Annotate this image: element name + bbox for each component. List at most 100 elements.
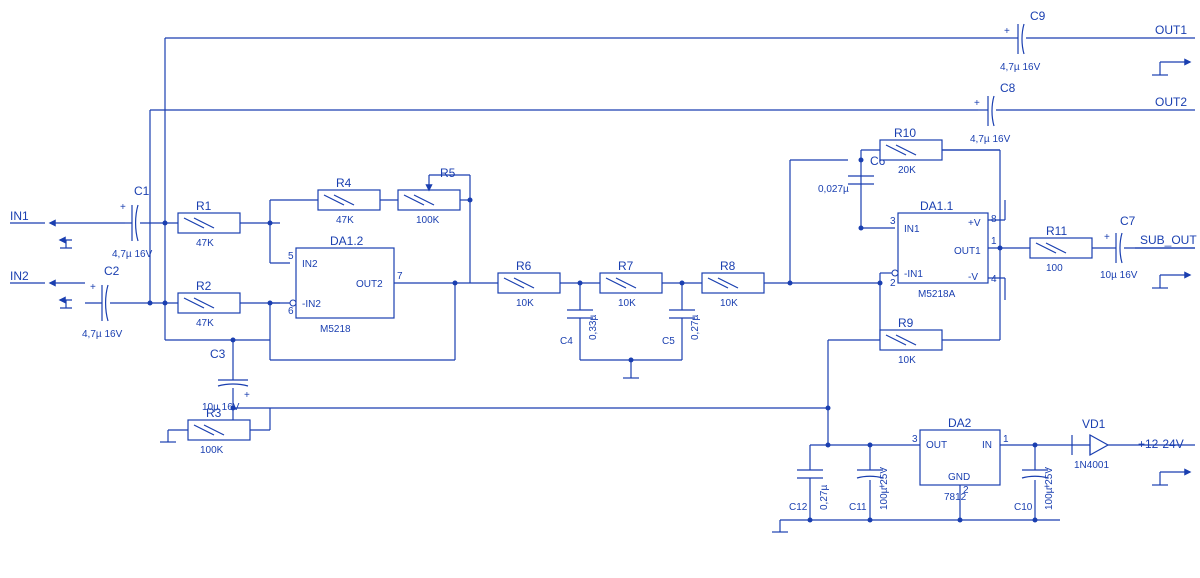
svg-text:C10: C10 [1014, 502, 1033, 513]
svg-text:R7: R7 [618, 259, 634, 273]
R1: R1 47K [178, 199, 240, 249]
in2-label: IN2 [10, 269, 29, 283]
svg-text:GND: GND [948, 472, 970, 483]
svg-text:1: 1 [991, 236, 997, 247]
svg-text:7812: 7812 [944, 492, 967, 503]
svg-text:OUT: OUT [926, 440, 947, 451]
svg-text:R9: R9 [898, 316, 914, 330]
svg-text:100K: 100K [200, 445, 224, 456]
svg-text:100µ 25V: 100µ 25V [1044, 467, 1055, 510]
C9: C9 + 4,7µ 16V [1000, 9, 1046, 73]
svg-text:C12: C12 [789, 502, 808, 513]
svg-text:4: 4 [991, 274, 997, 285]
svg-text:100µ 25V: 100µ 25V [879, 467, 890, 510]
svg-text:47K: 47K [196, 238, 214, 249]
svg-text:R3: R3 [206, 406, 222, 420]
C8: C8 + 4,7µ 16V [970, 81, 1016, 145]
svg-text:3: 3 [912, 434, 918, 445]
svg-text:C2: C2 [104, 264, 120, 278]
svg-text:C9: C9 [1030, 9, 1046, 23]
VD1: VD1 1N4001 [1070, 417, 1135, 471]
svg-text:M5218: M5218 [320, 324, 351, 335]
svg-text:10K: 10K [898, 355, 916, 366]
R7: R7 10K [600, 259, 662, 309]
schematic: IN1 IN2 C1 + 4,7µ 16V C2 + 4,7µ 16V R1 4… [0, 0, 1200, 578]
svg-text:R2: R2 [196, 279, 212, 293]
svg-text:6: 6 [288, 306, 294, 317]
svg-text:4,7µ 16V: 4,7µ 16V [1000, 62, 1041, 73]
svg-text:R6: R6 [516, 259, 532, 273]
svg-text:R8: R8 [720, 259, 736, 273]
svg-text:2: 2 [890, 278, 896, 289]
svg-text:C5: C5 [662, 336, 675, 347]
DA1.1: DA1.1 IN1 -IN1 OUT1 +V -V 3 2 1 8 4 M521… [890, 199, 997, 300]
R2: R2 47K [178, 279, 240, 329]
R5-pot: R5 100K [398, 166, 470, 226]
C10: + C10 100µ 25V [1014, 445, 1055, 520]
svg-text:4,7µ 16V: 4,7µ 16V [970, 134, 1011, 145]
svg-text:R10: R10 [894, 126, 916, 140]
svg-text:+: + [120, 202, 126, 213]
svg-text:+: + [244, 390, 250, 401]
DA1.2: DA1.2 IN2 -IN2 OUT2 5 6 7 M5218 [288, 234, 403, 335]
svg-text:+V: +V [968, 218, 981, 229]
svg-text:10K: 10K [720, 298, 738, 309]
out1-label: OUT1 [1155, 23, 1187, 37]
svg-text:7: 7 [397, 271, 403, 282]
svg-text:+: + [974, 98, 980, 109]
svg-text:DA1.2: DA1.2 [330, 234, 364, 248]
svg-text:DA1.1: DA1.1 [920, 199, 954, 213]
svg-text:3: 3 [890, 216, 896, 227]
svg-text:OUT2: OUT2 [356, 279, 383, 290]
svg-text:4,7µ 16V: 4,7µ 16V [82, 329, 123, 340]
svg-text:C11: C11 [849, 502, 867, 513]
in1-label: IN1 [10, 209, 29, 223]
C4: C4 0,33µ [560, 283, 599, 360]
svg-text:10K: 10K [516, 298, 534, 309]
svg-text:IN: IN [982, 440, 992, 451]
svg-text:C4: C4 [560, 336, 573, 347]
svg-text:5: 5 [288, 251, 294, 262]
R6: R6 10K [498, 259, 560, 309]
out2-label: OUT2 [1155, 95, 1187, 109]
R4: R4 47K [318, 176, 380, 226]
svg-text:10µ 16V: 10µ 16V [1100, 270, 1138, 281]
svg-text:VD1: VD1 [1082, 417, 1106, 431]
R10: R10 20K [880, 126, 942, 176]
C3: C3 + 10µ 16V [202, 347, 250, 413]
svg-text:C7: C7 [1120, 214, 1136, 228]
R3: R3 100K [188, 406, 250, 456]
svg-text:C8: C8 [1000, 81, 1016, 95]
R11: R11 100 [1030, 224, 1092, 274]
svg-text:R4: R4 [336, 176, 352, 190]
svg-text:0,27µ: 0,27µ [690, 315, 701, 340]
svg-text:-IN2: -IN2 [302, 299, 321, 310]
svg-text:100K: 100K [416, 215, 440, 226]
svg-text:+: + [90, 282, 96, 293]
svg-text:DA2: DA2 [948, 416, 972, 430]
svg-text:M5218A: M5218A [918, 289, 956, 300]
svg-text:0,027µ: 0,027µ [818, 184, 849, 195]
svg-text:IN2: IN2 [302, 259, 318, 270]
C12: C12 0,27µ [789, 445, 830, 520]
R8: R8 10K [702, 259, 764, 309]
C5: C5 0,27µ [662, 283, 701, 360]
svg-text:+: + [1004, 26, 1010, 37]
svg-text:+: + [1104, 232, 1110, 243]
svg-text:-IN1: -IN1 [904, 269, 923, 280]
svg-text:1N4001: 1N4001 [1074, 460, 1109, 471]
svg-text:1: 1 [1003, 434, 1009, 445]
svg-text:-V: -V [968, 272, 978, 283]
svg-text:0,27µ: 0,27µ [819, 485, 830, 510]
svg-text:OUT1: OUT1 [954, 246, 981, 257]
svg-text:47K: 47K [336, 215, 354, 226]
svg-text:R5: R5 [440, 166, 456, 180]
svg-text:C1: C1 [134, 184, 150, 198]
svg-text:47K: 47K [196, 318, 214, 329]
svg-text:4,7µ 16V: 4,7µ 16V [112, 249, 153, 260]
svg-text:IN1: IN1 [904, 224, 920, 235]
svg-text:C3: C3 [210, 347, 226, 361]
svg-text:0,33µ: 0,33µ [588, 315, 599, 340]
svg-text:R11: R11 [1046, 224, 1067, 238]
C6: C6 0,027µ [818, 154, 886, 205]
